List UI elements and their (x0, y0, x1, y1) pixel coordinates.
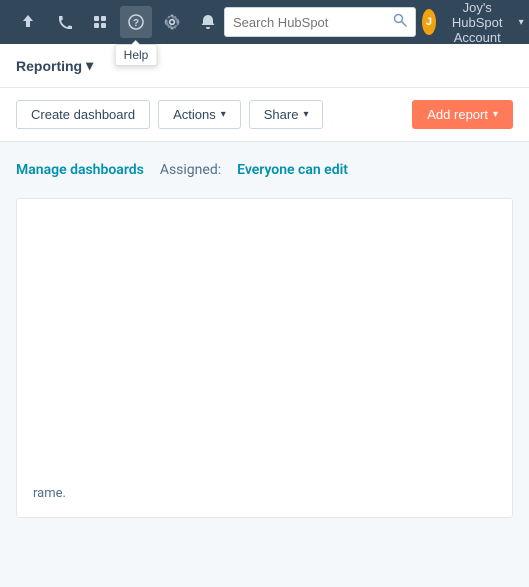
nav-icons-left: ? Help (12, 6, 224, 38)
main-content: Manage dashboards Assigned: Everyone can… (0, 142, 529, 542)
share-label: Share (264, 107, 299, 122)
reporting-nav-button[interactable]: Reporting ▾ (16, 57, 93, 74)
frame-text: rame. (33, 486, 66, 501)
create-dashboard-label: Create dashboard (31, 107, 135, 122)
account-name: Joy's HubSpot Account (442, 0, 513, 45)
share-button[interactable]: Share ▾ (249, 100, 324, 129)
actions-button[interactable]: Actions ▾ (158, 100, 241, 129)
actions-label: Actions (173, 107, 216, 122)
svg-text:?: ? (133, 18, 139, 29)
dashboard-header: Manage dashboards Assigned: Everyone can… (16, 162, 513, 178)
help-icon: ? (128, 14, 144, 30)
search-input[interactable] (233, 15, 393, 30)
create-dashboard-button[interactable]: Create dashboard (16, 100, 150, 129)
notifications-icon-btn[interactable] (192, 6, 224, 38)
reporting-chevron-icon: ▾ (86, 57, 93, 74)
account-chevron-icon: ▾ (519, 17, 524, 28)
secondary-navigation: Reporting ▾ (0, 44, 529, 88)
add-report-button[interactable]: Add report ▾ (412, 100, 513, 129)
settings-icon (164, 14, 180, 30)
phone-icon-btn[interactable] (48, 6, 80, 38)
top-navigation: ? Help (0, 0, 529, 44)
assigned-label: Assigned: (160, 162, 221, 178)
marketplace-icon-btn[interactable] (84, 6, 116, 38)
search-bar[interactable] (224, 7, 416, 37)
add-report-label: Add report (427, 107, 488, 122)
marketplace-icon (92, 14, 108, 30)
phone-icon (56, 14, 72, 30)
nav-right: J Joy's HubSpot Account ▾ (224, 0, 524, 45)
help-tooltip: Help (115, 44, 158, 66)
settings-icon-btn[interactable] (156, 6, 188, 38)
reporting-label: Reporting (16, 58, 82, 74)
upload-icon-btn[interactable] (12, 6, 44, 38)
manage-dashboards-link[interactable]: Manage dashboards (16, 162, 144, 178)
search-icon[interactable] (393, 13, 407, 31)
help-icon-btn[interactable]: ? Help (120, 6, 152, 38)
account-button[interactable]: J Joy's HubSpot Account ▾ (422, 0, 524, 45)
upload-icon (20, 14, 36, 30)
add-report-dropdown-icon: ▾ (493, 109, 498, 120)
notifications-icon (200, 14, 216, 30)
assigned-value: Everyone can edit (237, 162, 348, 178)
toolbar: Create dashboard Actions ▾ Share ▾ Add r… (0, 88, 529, 142)
actions-dropdown-icon: ▾ (221, 109, 226, 120)
avatar: J (422, 9, 436, 35)
share-dropdown-icon: ▾ (303, 109, 308, 120)
content-area: rame. (16, 198, 513, 518)
